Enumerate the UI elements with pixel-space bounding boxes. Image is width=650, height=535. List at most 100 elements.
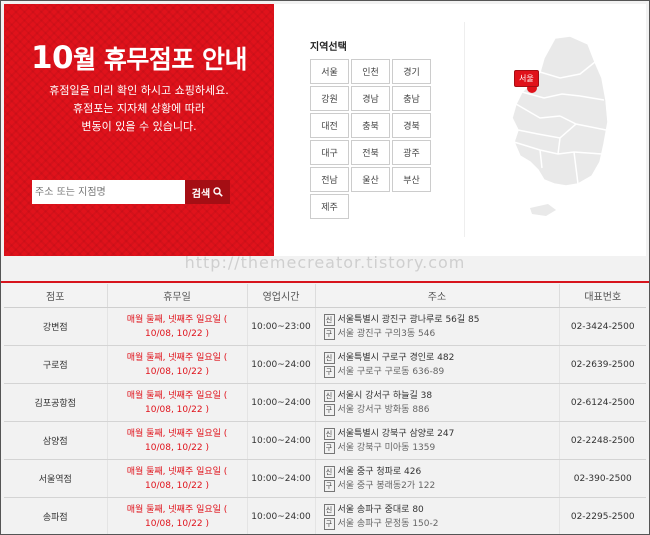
table-row[interactable]: 송파점 매월 둘째, 넷째주 일요일 (10/08, 10/22 ) 10:00~2… — [4, 497, 646, 534]
store-name[interactable]: 삼양점 — [4, 421, 108, 460]
divider — [464, 22, 465, 237]
new-address-tag: 신 — [323, 351, 335, 364]
phone-cell: 02-2295-2500 — [559, 497, 646, 534]
region-button-grid: 서울 인천 경기강원 경남 충남대전 충북 경북대구 전북 광주전남 울산 부산제주 — [310, 59, 431, 219]
address-new: 신 서울시 강서구 하늘길 38 — [323, 389, 559, 403]
store-table: 점포 휴무일 영업시간 주소 대표번호 강변점 매월 둘째, 넷째주 일요일 (1… — [4, 284, 646, 534]
table-row[interactable]: 강변점 매월 둘째, 넷째주 일요일 (10/08, 10/22 ) 10:00~2… — [4, 307, 646, 346]
region-button[interactable]: 대전 — [310, 113, 349, 138]
hours-cell: 10:00~24:00 — [247, 421, 316, 460]
address-cell: 신 서울 중구 청파로 426 구 서울 중구 봉래동2가 122 — [315, 459, 560, 498]
region-title: 지역선택 — [310, 42, 347, 53]
phone-cell: 02-3424-2500 — [559, 307, 646, 346]
address-old: 구 서울 구로구 구로동 636-89 — [323, 365, 559, 379]
header-hours: 영업시간 — [247, 284, 316, 308]
header-store: 점포 — [4, 284, 108, 308]
holiday-line-2: 10/08, 10/22 ) — [145, 328, 209, 339]
region-button[interactable]: 서울 — [310, 59, 349, 84]
holiday-line-1: 매월 둘째, 넷째주 일요일 ( — [126, 390, 228, 401]
old-address-tag: 구 — [323, 327, 335, 340]
holiday-line-1: 매월 둘째, 넷째주 일요일 ( — [126, 428, 228, 439]
header-holiday: 휴무일 — [107, 284, 248, 308]
old-address-tag: 구 — [323, 441, 335, 454]
region-button[interactable]: 전남 — [310, 167, 349, 192]
holiday-cell: 매월 둘째, 넷째주 일요일 ( 10/08, 10/22 ) — [107, 497, 248, 534]
address-cell: 신 서울시 강서구 하늘길 38 구 서울 강서구 방화동 886 — [315, 383, 560, 422]
desc-line-3: 변동이 있을 수 있습니다. — [81, 120, 197, 133]
region-button[interactable]: 전북 — [351, 140, 390, 165]
address-new: 신 서울 중구 청파로 426 — [323, 465, 559, 479]
old-address-tag: 구 — [323, 479, 335, 492]
address-old-text: 서울 강서구 방화동 886 — [337, 404, 430, 415]
address-new: 신 서울특별시 강북구 삼양로 247 — [323, 427, 559, 441]
new-address-tag: 신 — [323, 465, 335, 478]
address-old: 구 서울 중구 봉래동2가 122 — [323, 479, 559, 493]
search-input[interactable] — [32, 180, 185, 204]
address-cell: 신 서울특별시 구로구 경인로 482 구 서울 구로구 구로동 636-89 — [315, 345, 560, 384]
holiday-line-1: 매월 둘째, 넷째주 일요일 ( — [126, 314, 228, 325]
address-old: 구 서울 강북구 미아동 1359 — [323, 441, 559, 455]
address-new: 신 서울특별시 광진구 광나루로 56길 85 — [323, 313, 559, 327]
hours-cell: 10:00~24:00 — [247, 345, 316, 384]
address-new-text: 서울시 강서구 하늘길 38 — [337, 390, 433, 401]
region-button[interactable]: 충북 — [351, 113, 390, 138]
region-button[interactable]: 경기 — [392, 59, 431, 84]
holiday-line-2: 10/08, 10/22 ) — [145, 480, 209, 491]
phone-cell: 02-390-2500 — [559, 459, 646, 498]
holiday-line-2: 10/08, 10/22 ) — [145, 404, 209, 415]
address-cell: 신 서울특별시 광진구 광나루로 56길 85 구 서울 광진구 구의3동 546 — [315, 307, 560, 346]
holiday-line-2: 10/08, 10/22 ) — [145, 518, 209, 529]
region-button[interactable]: 광주 — [392, 140, 431, 165]
korea-map — [511, 35, 609, 216]
hours-cell: 10:00~24:00 — [247, 459, 316, 498]
region-button[interactable]: 충남 — [392, 86, 431, 111]
region-button[interactable]: 경북 — [392, 113, 431, 138]
table-row[interactable]: 구로점 매월 둘째, 넷째주 일요일 ( 10/08, 10/22 ) 10:00~2… — [4, 345, 646, 384]
map-marker-seoul[interactable]: 서울 — [514, 70, 539, 87]
store-name[interactable]: 송파점 — [4, 497, 108, 534]
desc-line-2: 휴점포는 지자체 상황에 따라 — [73, 102, 205, 115]
holiday-line-2: 10/08, 10/22 ) — [145, 442, 209, 453]
address-new-text: 서울특별시 광진구 광나루로 56길 85 — [337, 314, 480, 325]
search-bar: 검색 — [32, 180, 230, 204]
holiday-line-2: 10/08, 10/22 ) — [145, 366, 209, 377]
search-button-label: 검색 — [191, 188, 211, 200]
table-row[interactable]: 삼양점 매월 둘째, 넷째주 일요일 ( 10/08, 10/22 ) 10:00~2… — [4, 421, 646, 460]
address-new-text: 서울특별시 구로구 경인로 482 — [337, 352, 455, 363]
address-old-text: 서울 구로구 구로동 636-89 — [337, 366, 445, 377]
search-icon — [213, 187, 223, 197]
address-old-text: 서울 중구 봉래동2가 122 — [337, 480, 436, 491]
store-name[interactable]: 김포공항점 — [4, 383, 108, 422]
address-new-text: 서울특별시 강북구 삼양로 247 — [337, 428, 455, 439]
holiday-cell: 매월 둘째, 넷째주 일요일 (10/08, 10/22 ) — [107, 459, 248, 498]
address-new: 신 서울 송파구 중대로 80 — [323, 503, 559, 517]
map-land — [511, 35, 609, 187]
title-text: 월 휴무점포 안내 — [73, 45, 248, 74]
top-panel: 10월 휴무점포 안내 휴점일을 미리 확인 하시고 쇼핑하세요. 휴점포는 지… — [4, 4, 646, 256]
table-row[interactable]: 서울역점 매월 둘째, 넷째주 일요일 (10/08, 10/22 ) 10:00~… — [4, 459, 646, 498]
holiday-line-1: 매월 둘째, 넷째주 일요일 ( — [126, 504, 228, 515]
hero-description: 휴점일을 미리 확인 하시고 쇼핑하세요. 휴점포는 지자체 상황에 따라 변동… — [4, 82, 274, 136]
new-address-tag: 신 — [323, 389, 335, 402]
holiday-cell: 매월 둘째, 넷째주 일요일 ( 10/08, 10/22 ) — [107, 421, 248, 460]
store-name[interactable]: 구로점 — [4, 345, 108, 384]
search-button[interactable]: 검색 — [185, 180, 230, 204]
region-button[interactable]: 인천 — [351, 59, 390, 84]
region-button[interactable]: 경남 — [351, 86, 390, 111]
region-button[interactable]: 부산 — [392, 167, 431, 192]
address-cell: 신 서울특별시 강북구 삼양로 247 구 서울 강북구 미아동 1359 — [315, 421, 560, 460]
region-button[interactable]: 강원 — [310, 86, 349, 111]
holiday-line-1: 매월 둘째, 넷째주 일요일 ( — [126, 352, 228, 363]
region-button[interactable]: 제주 — [310, 194, 349, 219]
old-address-tag: 구 — [323, 403, 335, 416]
store-name[interactable]: 서울역점 — [4, 459, 108, 498]
address-old: 구 서울 강서구 방화동 886 — [323, 403, 559, 417]
map-jeju — [530, 204, 556, 216]
new-address-tag: 신 — [323, 503, 335, 516]
store-name[interactable]: 강변점 — [4, 307, 108, 346]
region-button[interactable]: 울산 — [351, 167, 390, 192]
region-button[interactable]: 대구 — [310, 140, 349, 165]
table-row[interactable]: 김포공항점 매월 둘째, 넷째주 일요일 (10/08, 10/22 ) 10:00… — [4, 383, 646, 422]
holiday-cell: 매월 둘째, 넷째주 일요일 ( 10/08, 10/22 ) — [107, 307, 248, 346]
phone-cell: 02-2639-2500 — [559, 345, 646, 384]
